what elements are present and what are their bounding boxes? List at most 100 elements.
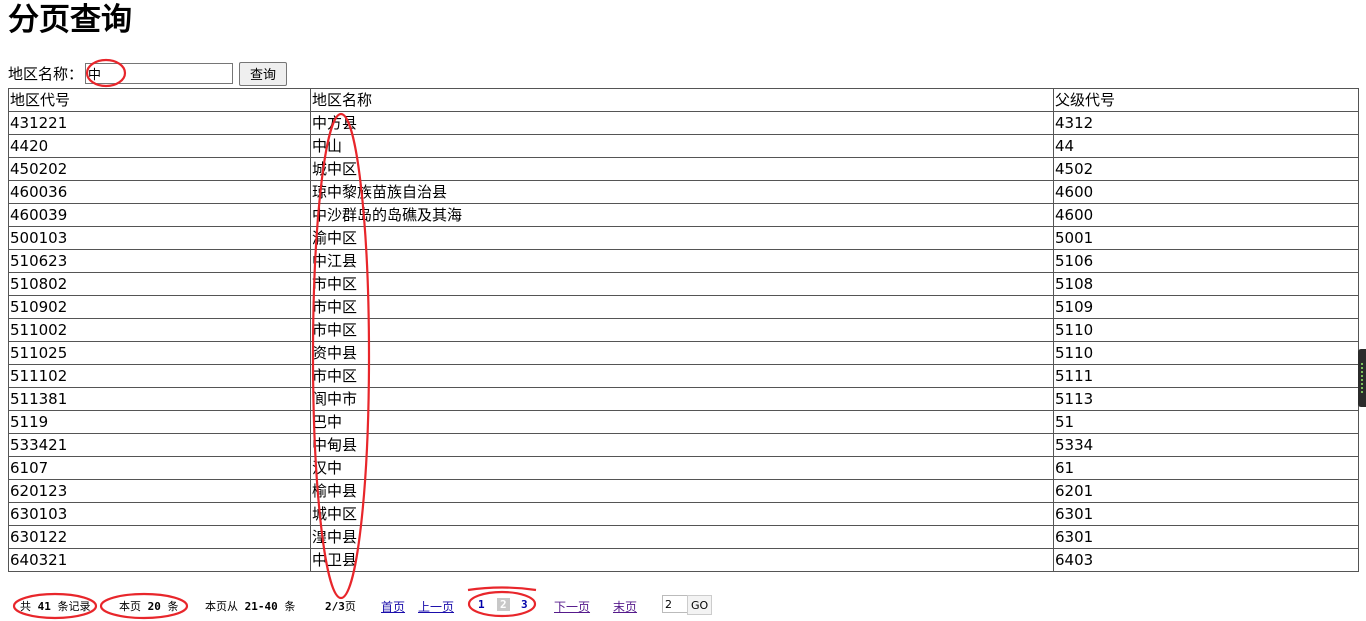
total-records: 共 41 条记录: [20, 600, 91, 613]
cell-parent-code: 61: [1053, 456, 1359, 480]
table-row: 510802 市中区 5108: [8, 272, 1359, 296]
cell-parent-code: 5108: [1053, 272, 1359, 296]
cell-region-code: 510802: [8, 272, 311, 296]
cell-region-name: 阆中市: [310, 387, 1054, 411]
cell-region-code: 511102: [8, 364, 311, 388]
table-row: 630103 城中区 6301: [8, 502, 1359, 526]
cell-region-code: 511381: [8, 387, 311, 411]
annotation-stroke-page-numbers: [467, 586, 537, 592]
cell-region-code: 450202: [8, 157, 311, 181]
cell-region-name: 中甸县: [310, 433, 1054, 457]
cell-region-code: 460039: [8, 203, 311, 227]
search-form: 地区名称： 查询: [8, 61, 288, 86]
cell-parent-code: 4502: [1053, 157, 1359, 181]
page-range-info: 本页从 21-40 条: [205, 600, 296, 613]
table-row: 510902 市中区 5109: [8, 295, 1359, 319]
header-region-code: 地区代号: [8, 88, 311, 112]
header-parent-code: 父级代号: [1053, 88, 1359, 112]
cell-parent-code: 44: [1053, 134, 1359, 158]
cell-region-name: 琼中黎族苗族自治县: [310, 180, 1054, 204]
cell-region-code: 511002: [8, 318, 311, 342]
next-page-link[interactable]: 下一页: [554, 598, 590, 615]
cell-region-name: 市中区: [310, 272, 1054, 296]
cell-region-code: 510902: [8, 295, 311, 319]
table-row: 640321 中卫县 6403: [8, 548, 1359, 572]
side-scroll-handle[interactable]: [1358, 349, 1366, 407]
goto-page-input[interactable]: [662, 595, 688, 613]
table-row: 510623 中江县 5106: [8, 249, 1359, 273]
cell-region-code: 4420: [8, 134, 311, 158]
cell-region-name: 中沙群岛的岛礁及其海: [310, 203, 1054, 227]
cell-parent-code: 51: [1053, 410, 1359, 434]
cell-region-name: 湟中县: [310, 525, 1054, 549]
table-row: 5119 巴中 51: [8, 410, 1359, 434]
region-table: 地区代号 地区名称 父级代号 431221 中方县 4312 4420 中山 44 4502…: [8, 88, 1359, 572]
table-row: 4420 中山 44: [8, 134, 1359, 158]
cell-region-name: 市中区: [310, 318, 1054, 342]
cell-region-name: 城中区: [310, 502, 1054, 526]
cell-parent-code: 4312: [1053, 111, 1359, 135]
cell-region-code: 5119: [8, 410, 311, 434]
cell-parent-code: 5110: [1053, 341, 1359, 365]
table-row: 511102 市中区 5111: [8, 364, 1359, 388]
table-row: 511381 阆中市 5113: [8, 387, 1359, 411]
cell-region-name: 榆中县: [310, 479, 1054, 503]
cell-region-code: 533421: [8, 433, 311, 457]
cell-region-code: 620123: [8, 479, 311, 503]
cell-region-code: 431221: [8, 111, 311, 135]
cell-parent-code: 5113: [1053, 387, 1359, 411]
cell-region-name: 中山: [310, 134, 1054, 158]
first-page-link[interactable]: 首页: [381, 598, 405, 615]
header-region-name: 地区名称: [310, 88, 1054, 112]
page-size-info: 本页 20 条: [119, 600, 179, 613]
cell-region-code: 500103: [8, 226, 311, 250]
cell-region-code: 510623: [8, 249, 311, 273]
page-link-3[interactable]: 3: [521, 598, 528, 611]
cell-region-name: 汉中: [310, 456, 1054, 480]
cell-region-name: 市中区: [310, 364, 1054, 388]
table-row: 460036 琼中黎族苗族自治县 4600: [8, 180, 1359, 204]
cell-region-name: 巴中: [310, 410, 1054, 434]
last-page-link[interactable]: 末页: [613, 598, 637, 615]
query-button[interactable]: 查询: [239, 61, 288, 86]
page-link-1[interactable]: 1: [478, 598, 485, 611]
cell-parent-code: 5111: [1053, 364, 1359, 388]
cell-parent-code: 4600: [1053, 203, 1359, 227]
table-row: 630122 湟中县 6301: [8, 525, 1359, 549]
cell-region-name: 城中区: [310, 157, 1054, 181]
cell-region-code: 511025: [8, 341, 311, 365]
cell-parent-code: 5334: [1053, 433, 1359, 457]
cell-parent-code: 4600: [1053, 180, 1359, 204]
cell-parent-code: 5109: [1053, 295, 1359, 319]
cell-region-code: 6107: [8, 456, 311, 480]
table-row: 431221 中方县 4312: [8, 111, 1359, 135]
cell-region-code: 630122: [8, 525, 311, 549]
table-row: 460039 中沙群岛的岛礁及其海 4600: [8, 203, 1359, 227]
cell-region-code: 460036: [8, 180, 311, 204]
table-row: 620123 榆中县 6201: [8, 479, 1359, 503]
table-row: 450202 城中区 4502: [8, 157, 1359, 181]
cell-region-code: 630103: [8, 502, 311, 526]
cell-parent-code: 6301: [1053, 502, 1359, 526]
cell-parent-code: 5106: [1053, 249, 1359, 273]
cell-parent-code: 6201: [1053, 479, 1359, 503]
page-current-2: 2: [497, 598, 510, 611]
cell-region-name: 渝中区: [310, 226, 1054, 250]
cell-parent-code: 5001: [1053, 226, 1359, 250]
table-row: 533421 中甸县 5334: [8, 433, 1359, 457]
cell-parent-code: 6301: [1053, 525, 1359, 549]
cell-region-name: 市中区: [310, 295, 1054, 319]
cell-region-name: 中卫县: [310, 548, 1054, 572]
search-label: 地区名称：: [8, 65, 84, 83]
table-row: 511025 资中县 5110: [8, 341, 1359, 365]
prev-page-link[interactable]: 上一页: [418, 598, 454, 615]
table-row: 500103 渝中区 5001: [8, 226, 1359, 250]
table-header-row: 地区代号 地区名称 父级代号: [8, 88, 1359, 112]
cell-region-name: 资中县: [310, 341, 1054, 365]
table-row: 511002 市中区 5110: [8, 318, 1359, 342]
table-row: 6107 汉中 61: [8, 456, 1359, 480]
region-name-input[interactable]: [85, 63, 234, 84]
go-button[interactable]: GO: [687, 595, 713, 615]
page-of-info: 2/3页: [325, 600, 356, 613]
cell-parent-code: 6403: [1053, 548, 1359, 572]
